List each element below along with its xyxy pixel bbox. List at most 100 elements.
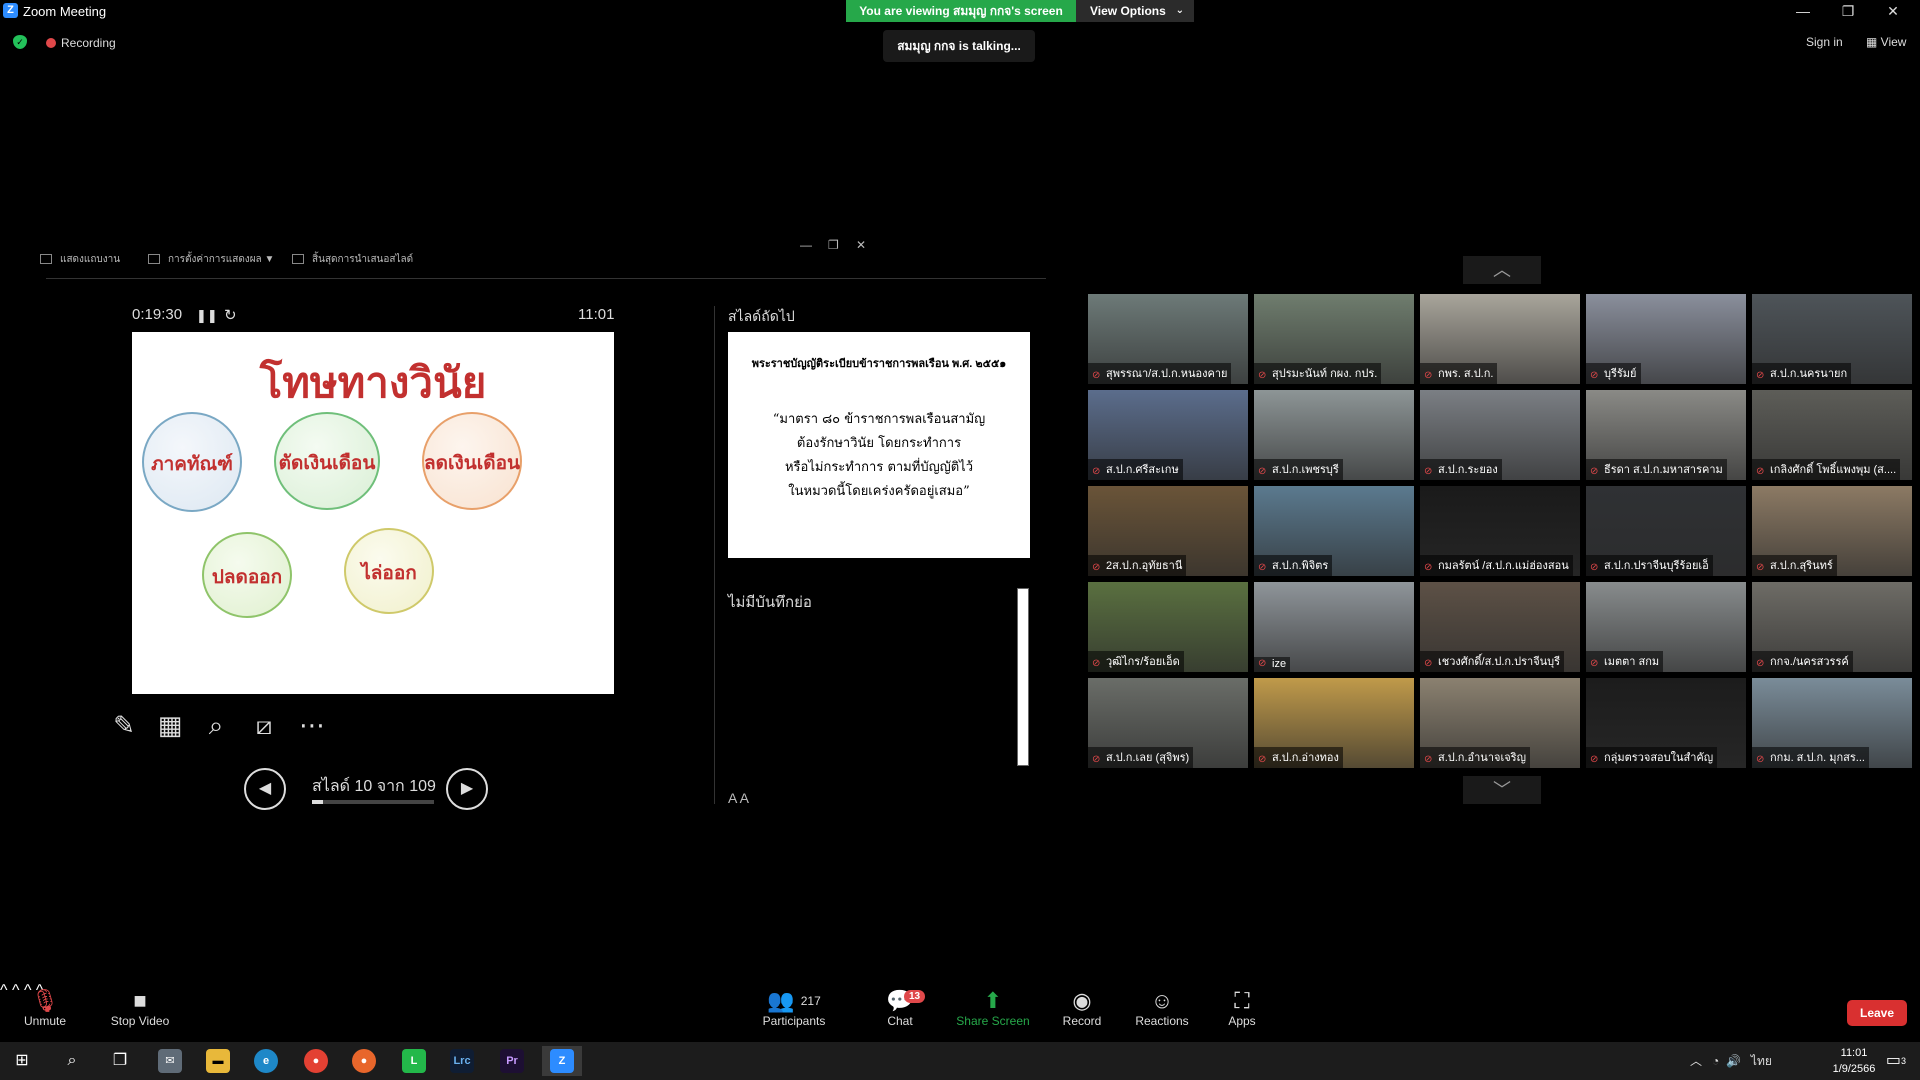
slide-title: โทษทางวินัย (259, 358, 487, 407)
reactions-button[interactable]: ☺ Reactions (1134, 982, 1190, 1028)
participant-tile[interactable]: ⊘ ธีรดา ส.ป.ก.มหาสารคาม (1586, 390, 1746, 480)
mail-icon[interactable]: ✉ (150, 1046, 190, 1076)
display-settings-button[interactable]: การตั้งค่าการแสดงผล ▼ (148, 252, 274, 267)
muted-mic-icon: 🎙 (31, 988, 59, 1013)
participants-icon-row: 👥 217 (752, 982, 836, 1014)
participant-tile[interactable]: ⊘ ize (1254, 582, 1414, 672)
task-view-icon[interactable]: ❐ (100, 1046, 140, 1076)
search-icon[interactable]: ⌕ (52, 1046, 92, 1076)
speaker-notes[interactable]: ไม่มีบันทึกย่อ (728, 590, 812, 614)
muted-mic-icon: ⊘ (1756, 370, 1765, 381)
participant-tile[interactable]: ⊘ ส.ป.ก.เพชรบุรี (1254, 390, 1414, 480)
chrome-browser-icon[interactable]: ● (296, 1046, 336, 1076)
sign-in-link[interactable]: Sign in (1806, 35, 1843, 49)
premiere-icon[interactable]: Pr (492, 1046, 532, 1076)
notification-center-icon[interactable]: ▭3 (1876, 1046, 1916, 1076)
participant-tile[interactable]: ⊘ ส.ป.ก.พิจิตร (1254, 486, 1414, 576)
volume-icon[interactable]: 🔊 (1726, 1054, 1741, 1068)
view-button[interactable]: ▦ View (1866, 35, 1906, 49)
gallery-down-button[interactable]: ﹀ (1463, 776, 1541, 804)
participant-tile[interactable]: ⊘ กกจ./นครสวรรค์ (1752, 582, 1912, 672)
participant-tile[interactable]: ⊘ กพร. ส.ป.ก. (1420, 294, 1580, 384)
participant-tile[interactable]: ⊘ ส.ป.ก.อ่างทอง (1254, 678, 1414, 768)
stop-video-button[interactable]: ■ Stop Video (104, 982, 176, 1028)
participant-tile[interactable]: ⊘ ส.ป.ก.เลย (สุจิพร) (1088, 678, 1248, 768)
windows-taskbar: ⊞ ⌕ ❐ ✉ ▬ e ● ● L Lrc Pr Z ︿ ◔ 🔊 ไทย 11:… (0, 1042, 1920, 1080)
edge-browser-icon[interactable]: e (246, 1046, 286, 1076)
participant-tile[interactable]: ⊘ ส.ป.ก.สุรินทร์ (1752, 486, 1912, 576)
participants-button[interactable]: 👥 217 Participants (752, 982, 836, 1028)
pv-close-button[interactable]: ✕ (856, 238, 866, 252)
muted-mic-icon: ⊘ (1590, 658, 1599, 669)
windows-start-icon[interactable]: ⊞ (2, 1046, 42, 1076)
pen-tool-icon[interactable]: ✎ (106, 708, 142, 742)
tray-overflow-icon[interactable]: ︿ (1690, 1054, 1702, 1068)
participant-tile[interactable]: ⊘ บุรีรัมย์ (1586, 294, 1746, 384)
unmute-button[interactable]: 🎙 Unmute (18, 982, 72, 1028)
next-slide-button[interactable]: ▶ (446, 768, 488, 810)
participant-tile[interactable]: ⊘ ส.ป.ก.ปราจีนบุรีร้อยเอ็ (1586, 486, 1746, 576)
pause-icon[interactable]: ❚❚ (196, 308, 218, 324)
recording-label[interactable]: Recording (61, 36, 116, 50)
gallery-up-button[interactable]: ︿ (1463, 256, 1541, 284)
wifi-icon[interactable]: ◔ (1712, 1054, 1719, 1068)
lightroom-icon[interactable]: Lrc (442, 1046, 482, 1076)
participant-tile[interactable]: ⊘ เกลิงศักดิ์ โพธิ์แพงพุม (ส.... (1752, 390, 1912, 480)
black-screen-icon[interactable]: ⧄ (246, 708, 282, 742)
quote-line: หรือไม่กระทำการ ตามที่บัญญัติไว้ (784, 460, 974, 475)
language-indicator[interactable]: ไทย (1751, 1054, 1772, 1068)
slide-bubble-probation: ภาคทัณฑ์ (142, 412, 242, 512)
participant-tile[interactable]: ⊘ วุฒิไกร/ร้อยเอ็ด (1088, 582, 1248, 672)
muted-mic-icon: ⊘ (1092, 562, 1101, 573)
participant-name: กลุ่มตรวจสอบในสำคัญ (1586, 747, 1718, 768)
security-shield-icon[interactable]: ✓ (13, 35, 27, 49)
record-button[interactable]: ◉ Record (1060, 982, 1104, 1028)
firefox-browser-icon[interactable]: ● (344, 1046, 384, 1076)
participant-tile[interactable]: ⊘ เชวงศักดิ์/ส.ป.ก.ปราจีนบุรี (1420, 582, 1580, 672)
chat-button[interactable]: 💬 Chat (880, 982, 920, 1028)
participant-tile[interactable]: ⊘ สุพรรณา/ส.ป.ก.หนองคาย (1088, 294, 1248, 384)
participant-tile[interactable]: ⊘ 2ส.ป.ก.อุทัยธานี (1088, 486, 1248, 576)
next-slide-heading: พระราชบัญญัติระเบียบข้าราชการพลเรือน พ.ศ… (751, 358, 1007, 370)
participant-tile[interactable]: ⊘ กกม. ส.ป.ก. มุกสร... (1752, 678, 1912, 768)
zoom-magnifier-icon[interactable]: ⌕ (198, 708, 234, 742)
video-camera-icon: ■ (133, 988, 147, 1013)
notes-scrollbar[interactable] (1017, 588, 1029, 766)
line-app-icon[interactable]: L (394, 1046, 434, 1076)
file-explorer-icon[interactable]: ▬ (198, 1046, 238, 1076)
muted-mic-icon: ⊘ (1092, 754, 1101, 765)
show-taskbar-button[interactable]: แสดงแถบงาน (40, 252, 120, 267)
view-label: View (1880, 35, 1907, 49)
participant-tile[interactable]: ⊘ ส.ป.ก.ศรีสะเกษ (1088, 390, 1248, 480)
current-slide[interactable]: โทษทางวินัย ภาคทัณฑ์ ตัดเงินเดือน ลดเงิน… (132, 332, 614, 694)
minimize-button[interactable]: — (1788, 2, 1818, 20)
share-screen-button[interactable]: ⬆ Share Screen (956, 982, 1030, 1028)
end-slideshow-button[interactable]: สิ้นสุดการนำเสนอสไลด์ (292, 252, 413, 267)
apps-icon: ⛶ (1234, 988, 1250, 1013)
participant-tile[interactable]: ⊘ กลุ่มตรวจสอบในสำคัญ (1586, 678, 1746, 768)
pv-minimize-button[interactable]: — (800, 238, 812, 252)
participant-tile[interactable]: ⊘ สุปรมะนันท์ กผง. กปร. (1254, 294, 1414, 384)
system-tray[interactable]: ︿ ◔ 🔊 ไทย (1690, 1052, 1772, 1071)
zoom-taskbar-icon[interactable]: Z (542, 1046, 582, 1076)
participant-tile[interactable]: ⊘ กมลรัตน์ /ส.ป.ก.แม่ฮ่องสอน (1420, 486, 1580, 576)
participant-name: สุพรรณา/ส.ป.ก.หนองคาย (1088, 363, 1232, 384)
participant-tile[interactable]: ⊘ ส.ป.ก.ระยอง (1420, 390, 1580, 480)
quote-line: “มาตรา ๘๐ ข้าราชการพลเรือนสามัญ (772, 412, 986, 427)
close-window-button[interactable]: ✕ (1878, 2, 1908, 20)
quote-line: ในหมวดนี้โดยเคร่งครัดอยู่เสมอ” (788, 484, 970, 499)
see-all-slides-icon[interactable]: ▦ (152, 708, 188, 742)
restore-button[interactable]: ❐ (1833, 2, 1863, 20)
reset-timer-icon[interactable]: ↻ (224, 306, 237, 324)
audio-options-caret-icon[interactable]: ^ (0, 982, 8, 999)
participant-tile[interactable]: ⊘ ส.ป.ก.อำนาจเจริญ (1420, 678, 1580, 768)
previous-slide-button[interactable]: ◀ (244, 768, 286, 810)
pv-restore-button[interactable]: ❐ (828, 238, 839, 252)
participant-tile[interactable]: ⊘ ส.ป.ก.นครนายก (1752, 294, 1912, 384)
participant-tile[interactable]: ⊘ เมตตา สกม (1586, 582, 1746, 672)
view-options-button[interactable]: View Options ⌄ (1076, 0, 1194, 22)
more-options-icon[interactable]: ⋯ (294, 708, 330, 742)
font-size-buttons[interactable]: A A (728, 790, 749, 806)
leave-button[interactable]: Leave (1847, 1000, 1907, 1026)
apps-button[interactable]: ⛶ Apps (1224, 982, 1260, 1028)
